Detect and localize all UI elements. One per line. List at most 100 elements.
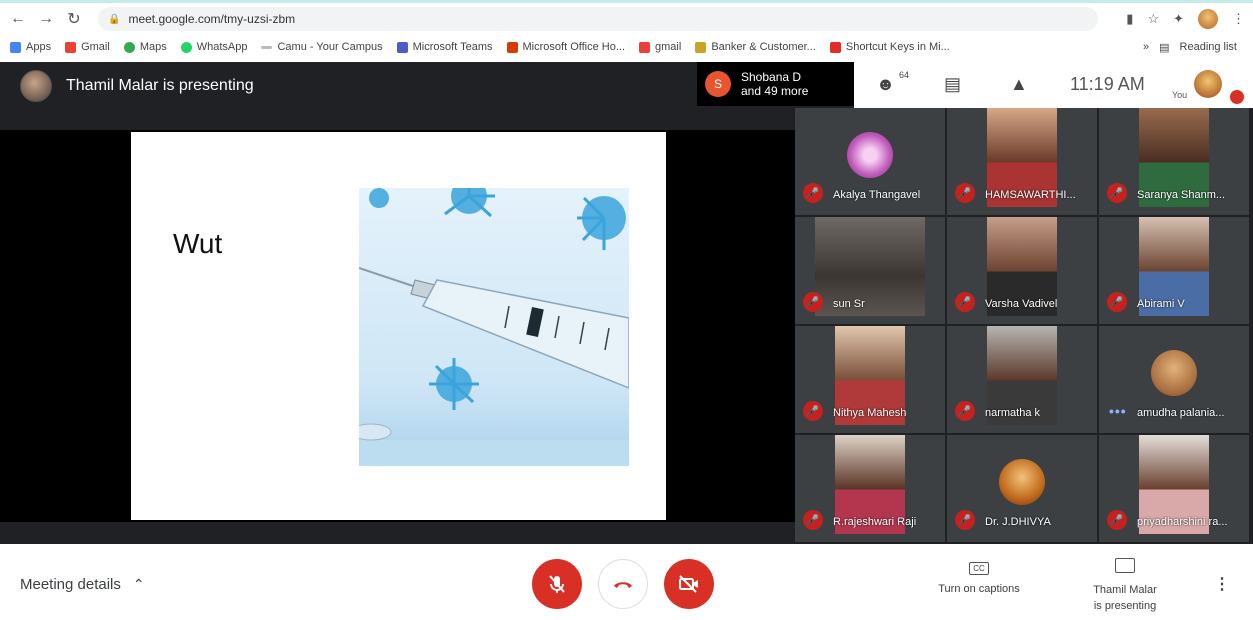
bookmark-gmail[interactable]: Gmail: [65, 41, 110, 53]
activities-icon[interactable]: ▲: [1010, 74, 1028, 95]
youtube-icon: [829, 41, 841, 53]
present-label-line-2: is presenting: [1093, 600, 1157, 612]
participant-name: Abirami V: [1137, 298, 1185, 310]
present-screen-icon: [1115, 558, 1135, 573]
browser-menu-icon[interactable]: ⋮: [1232, 11, 1245, 27]
participant-tile[interactable]: 🎤 Saranya Shanm...: [1099, 108, 1249, 215]
chevron-up-icon: ⌃: [132, 576, 145, 592]
participants-chip[interactable]: S Shobana D and 49 more: [697, 62, 854, 106]
reload-icon[interactable]: ↻: [60, 7, 88, 31]
more-options-icon[interactable]: ⋮: [1214, 574, 1230, 594]
nav-row: ← → ↻ 🔒 meet.google.com/tmy-uzsi-zbm ▮ ☆…: [0, 5, 1253, 33]
bookmark-shortcut-keys[interactable]: Shortcut Keys in Mi...: [829, 41, 950, 53]
bookmark-camu[interactable]: Camu - Your Campus: [261, 41, 383, 53]
forward-icon[interactable]: →: [32, 7, 60, 31]
participant-tile[interactable]: 🎤 priyadharshini ra...: [1099, 435, 1249, 542]
speaking-indicator-icon: •••: [1109, 403, 1127, 419]
camera-toggle-button[interactable]: [664, 559, 714, 609]
participant-name: R.rajeshwari Raji: [833, 516, 917, 528]
participant-name: Dr. J.DHIVYA: [985, 516, 1051, 528]
camera-icon[interactable]: ▮: [1126, 11, 1133, 27]
camera-off-icon: [679, 575, 698, 593]
participant-tile[interactable]: 🎤 Akalya Thangavel: [795, 108, 945, 215]
participant-tile[interactable]: 🎤 sun Sr: [795, 217, 945, 324]
chip-line-2: and 49 more: [741, 84, 809, 98]
bookmark-star-icon[interactable]: ☆: [1147, 11, 1159, 27]
participant-tile[interactable]: 🎤 Varsha Vadivel: [947, 217, 1097, 324]
back-icon[interactable]: ←: [4, 7, 32, 31]
mic-off-icon: 🎤: [803, 292, 823, 312]
gmail-icon: [639, 41, 651, 53]
participant-name: priyadharshini ra...: [1137, 516, 1228, 528]
mic-off-icon: 🎤: [803, 510, 823, 530]
more-bookmarks-icon[interactable]: »: [1143, 41, 1149, 53]
participant-tile[interactable]: 🎤 narmatha k: [947, 326, 1097, 433]
captions-button[interactable]: CC Turn on captions: [924, 562, 1034, 595]
tab-strip: [0, 0, 1253, 3]
extensions-icon[interactable]: ✦: [1173, 11, 1184, 27]
participant-name: Akalya Thangavel: [833, 189, 921, 201]
bookmark-apps[interactable]: Apps: [10, 41, 51, 53]
mic-off-icon: 🎤: [955, 292, 975, 312]
banker-icon: [695, 41, 707, 53]
bookmark-banker[interactable]: Banker & Customer...: [695, 41, 816, 53]
browser-chrome: ← → ↻ 🔒 meet.google.com/tmy-uzsi-zbm ▮ ☆…: [0, 0, 1253, 62]
bottom-toolbar: Meeting details ⌃ CC Turn on captions Tha…: [0, 544, 1253, 620]
chip-line-1: Shobana D: [741, 70, 802, 84]
bookmark-office[interactable]: Microsoft Office Ho...: [506, 41, 625, 53]
people-count: 64: [899, 70, 910, 80]
participant-tile[interactable]: 🎤 Nithya Mahesh: [795, 326, 945, 433]
presenter-avatar: [20, 70, 52, 102]
flower-avatar: [847, 132, 893, 179]
participant-tile[interactable]: 🎤 Abirami V: [1099, 217, 1249, 324]
self-avatar[interactable]: [1194, 70, 1222, 98]
participant-name: sun Sr: [833, 298, 865, 310]
participant-tile[interactable]: ••• amudha palania...: [1099, 326, 1249, 433]
office-icon: [506, 41, 518, 53]
gmail-icon: [65, 41, 77, 53]
participant-name: Nithya Mahesh: [833, 407, 907, 419]
leave-call-button[interactable]: [598, 559, 648, 609]
bookmark-maps[interactable]: Maps: [123, 41, 167, 53]
bookmarks-bar: Apps Gmail Maps WhatsApp Camu - Your Cam…: [0, 36, 1253, 58]
you-label: You: [1172, 90, 1188, 100]
teams-icon: [396, 41, 408, 53]
whatsapp-icon: [180, 41, 192, 53]
presentation-slide[interactable]: Wut: [131, 132, 666, 520]
profile-photo-avatar: [1151, 350, 1197, 397]
reading-list-link[interactable]: Reading list: [1180, 41, 1237, 53]
video-feed: [815, 217, 925, 317]
participant-grid: 🎤 Akalya Thangavel 🎤 HAMSAWARTHI... 🎤 Sa…: [795, 108, 1253, 544]
lock-icon: 🔒: [108, 13, 121, 25]
participant-tile[interactable]: 🎤 R.rajeshwari Raji: [795, 435, 945, 542]
browser-right-icons: ▮ ☆ ✦ ⋮: [1126, 7, 1245, 31]
presenter-text: Thamil Malar is presenting: [66, 77, 254, 94]
self-mic-off-icon: [1230, 90, 1244, 104]
reading-list-area: » ▤ Reading list: [1143, 36, 1237, 58]
meet-area: Thamil Malar is presenting Wut S Shobana…: [0, 62, 1253, 544]
chat-icon[interactable]: ▤: [944, 74, 961, 95]
mic-off-icon: 🎤: [955, 401, 975, 421]
microphone-toggle-button[interactable]: [532, 559, 582, 609]
bookmark-gmail-2[interactable]: gmail: [639, 41, 681, 53]
meeting-details-button[interactable]: Meeting details ⌃: [20, 576, 145, 593]
participant-tile[interactable]: 🎤 HAMSAWARTHI...: [947, 108, 1097, 215]
meeting-clock: 11:19 AM: [1070, 74, 1145, 94]
mic-off-icon: 🎤: [1107, 292, 1127, 312]
meet-top-controls: ☻ 64 ▤ ▲ 11:19 AM You: [854, 62, 1253, 108]
participant-name: HAMSAWARTHI...: [985, 189, 1076, 201]
presenter-bar: Thamil Malar is presenting: [0, 62, 795, 110]
chip-text: Shobana D and 49 more: [741, 70, 808, 98]
mic-off-icon: 🎤: [803, 401, 823, 421]
participant-tile[interactable]: 🎤 Dr. J.DHIVYA: [947, 435, 1097, 542]
present-button[interactable]: Thamil Malar is presenting: [1080, 558, 1170, 614]
participant-name: Varsha Vadivel: [985, 298, 1058, 310]
profile-avatar[interactable]: [1198, 9, 1218, 29]
mic-off-icon: 🎤: [1107, 510, 1127, 530]
mic-off-icon: 🎤: [803, 183, 823, 203]
captions-label: Turn on captions: [938, 583, 1020, 595]
people-icon[interactable]: ☻: [876, 74, 895, 95]
bookmark-whatsapp[interactable]: WhatsApp: [180, 41, 247, 53]
bookmark-teams[interactable]: Microsoft Teams: [396, 41, 493, 53]
address-bar[interactable]: 🔒 meet.google.com/tmy-uzsi-zbm: [98, 7, 1098, 31]
